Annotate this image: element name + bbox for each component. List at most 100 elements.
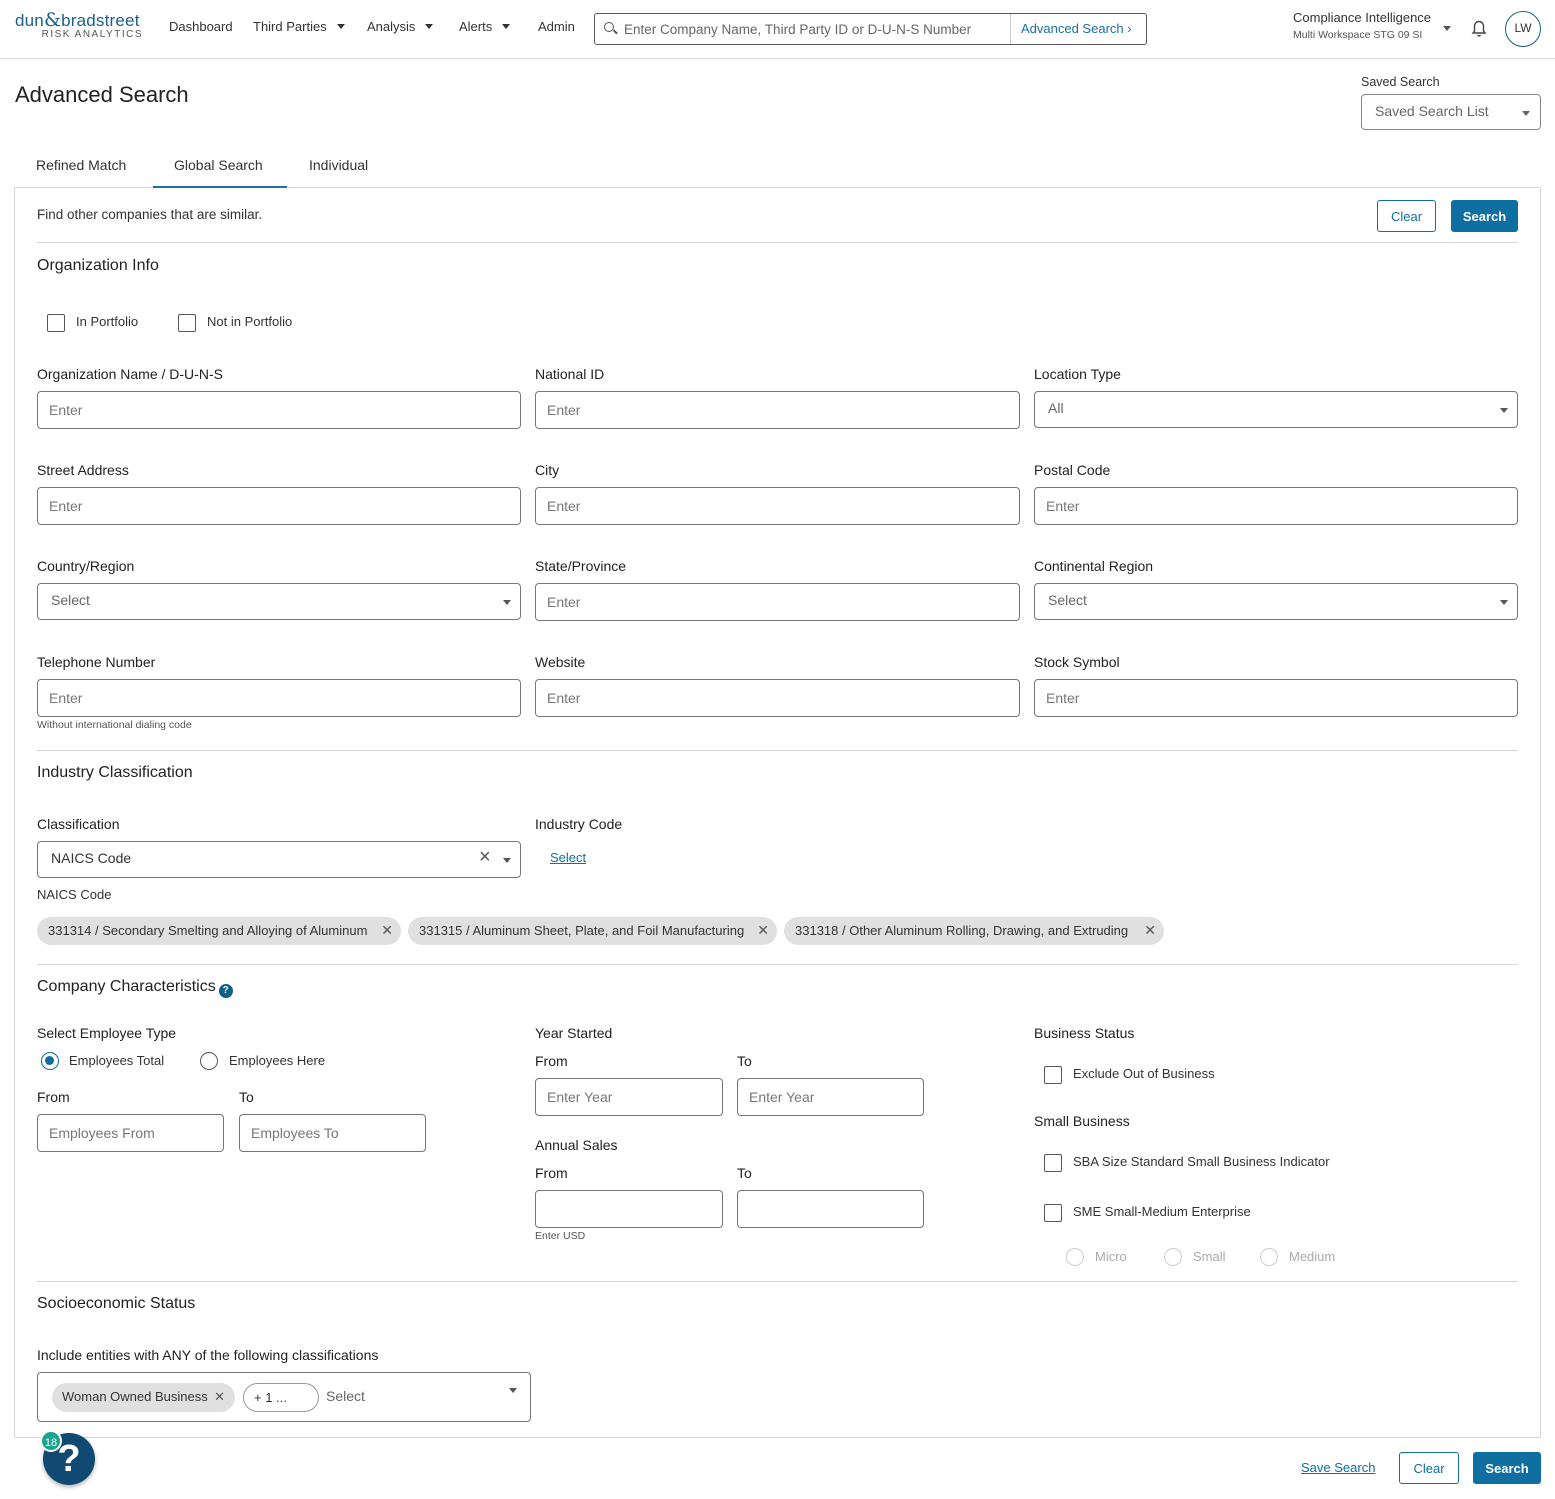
naics-chip: 331315 / Aluminum Sheet, Plate, and Foil… [408,917,777,945]
employees-from-label: From [37,1089,70,1105]
dnb-logo[interactable]: dun&bradstreet RISK ANALYTICS [15,9,145,40]
telephone-field [37,679,521,717]
close-icon[interactable]: ✕ [214,1389,225,1405]
stock-symbol-label: Stock Symbol [1034,654,1120,670]
continental-region-select[interactable]: Select [1034,583,1518,620]
nav-dashboard[interactable]: Dashboard [169,19,233,34]
year-to-input[interactable] [738,1079,923,1115]
city-input[interactable] [536,488,1019,524]
year-from-field [535,1078,723,1116]
national-id-input[interactable] [536,392,1019,428]
bell-icon[interactable] [1471,20,1487,38]
year-to-label: To [737,1053,752,1069]
sba-checkbox[interactable] [1044,1154,1062,1172]
small-business-label: Small Business [1034,1113,1130,1129]
close-icon[interactable]: ✕ [757,922,769,939]
micro-radio[interactable] [1066,1248,1084,1266]
help-icon[interactable]: ? [218,984,233,998]
chevron-down-icon [1500,600,1508,605]
section-title-organization-info: Organization Info [37,257,159,274]
national-id-field [535,391,1020,429]
nav-third-parties[interactable]: Third Parties [253,19,345,34]
country-region-select[interactable]: Select [37,583,521,620]
sales-from-label: From [535,1165,568,1181]
workspace-name: Multi Workspace STG 09 SI [1293,29,1423,41]
employees-to-label: To [239,1089,254,1105]
medium-label: Medium [1289,1249,1336,1264]
employees-here-label: Employees Here [229,1053,326,1068]
postal-code-input[interactable] [1035,488,1517,524]
workspace-switcher[interactable]: Compliance Intelligence Multi Workspace … [1293,10,1431,41]
small-label: Small [1193,1249,1226,1264]
telephone-hint: Without international dialing code [37,719,192,731]
sme-checkbox[interactable] [1044,1204,1062,1222]
tab-individual[interactable]: Individual [309,157,368,173]
divider [37,242,1518,243]
chevron-down-icon [1500,408,1508,413]
street-address-input[interactable] [38,488,520,524]
street-address-label: Street Address [37,462,129,478]
year-to-field [737,1078,924,1116]
saved-search-select[interactable]: Saved Search List [1361,94,1541,130]
sales-to-label: To [737,1165,752,1181]
small-radio[interactable] [1164,1248,1182,1266]
top-navigation-bar: dun&bradstreet RISK ANALYTICS Dashboard … [0,0,1555,59]
logo-text-dun: dun [15,11,44,30]
tab-global-search[interactable]: Global Search [174,157,263,173]
user-avatar[interactable]: LW [1505,11,1541,47]
nav-admin[interactable]: Admin [538,19,575,34]
exclude-out-of-business-checkbox[interactable] [1044,1066,1062,1084]
telephone-input[interactable] [38,680,520,716]
country-region-label: Country/Region [37,558,135,574]
chevron-down-icon[interactable] [1443,26,1451,31]
in-portfolio-label: In Portfolio [76,314,139,329]
national-id-label: National ID [535,366,605,382]
search-button-top[interactable]: Search [1451,200,1518,232]
stock-symbol-input[interactable] [1035,680,1517,716]
sales-from-input[interactable] [536,1191,722,1227]
socio-multiselect[interactable]: Woman Owned Business ✕ + 1 ... Select [37,1372,531,1422]
employees-from-field [37,1114,224,1152]
sales-to-field [737,1190,924,1228]
global-search-box: Advanced Search › [594,13,1147,45]
chevron-down-icon [1522,111,1530,116]
industry-code-select-link[interactable]: Select [550,850,586,865]
employees-here-radio[interactable] [200,1052,218,1070]
tab-refined-match[interactable]: Refined Match [36,157,126,173]
divider [37,750,1518,751]
global-search-input[interactable] [624,19,1004,39]
clear-button-bottom[interactable]: Clear [1399,1452,1459,1484]
not-in-portfolio-checkbox[interactable] [178,314,196,332]
section-title-socioeconomic-status: Socioeconomic Status [37,1295,196,1312]
in-portfolio-checkbox[interactable] [47,314,65,332]
continental-region-label: Continental Region [1034,558,1154,574]
close-icon[interactable]: × [479,847,491,867]
chevron-down-icon [509,1388,517,1393]
socio-more-chip[interactable]: + 1 ... [243,1383,319,1412]
classification-select[interactable]: NAICS Code × [37,841,521,878]
employees-total-radio[interactable] [41,1052,59,1070]
sales-to-input[interactable] [738,1191,923,1227]
year-from-input[interactable] [536,1079,722,1115]
save-search-link[interactable]: Save Search [1301,1460,1375,1475]
org-name-input[interactable] [38,392,520,428]
employees-to-input[interactable] [240,1115,425,1151]
website-input[interactable] [536,680,1019,716]
location-type-select[interactable]: All [1034,391,1518,428]
medium-radio[interactable] [1260,1248,1278,1266]
close-icon[interactable]: ✕ [1144,922,1156,939]
advanced-search-link[interactable]: Advanced Search › [1010,14,1146,44]
search-button-bottom[interactable]: Search [1473,1452,1541,1484]
close-icon[interactable]: ✕ [381,922,393,939]
state-province-input[interactable] [536,584,1019,620]
employees-from-input[interactable] [38,1115,223,1151]
nav-analysis[interactable]: Analysis [367,19,434,34]
socio-chip-label: Woman Owned Business [62,1389,208,1404]
sme-label: SME Small-Medium Enterprise [1073,1204,1251,1219]
saved-search-label: Saved Search [1361,75,1440,89]
postal-code-field [1034,487,1518,525]
search-icon [604,22,614,32]
clear-button-top[interactable]: Clear [1377,200,1436,232]
nav-alerts[interactable]: Alerts [459,19,511,34]
exclude-out-of-business-label: Exclude Out of Business [1073,1066,1215,1081]
